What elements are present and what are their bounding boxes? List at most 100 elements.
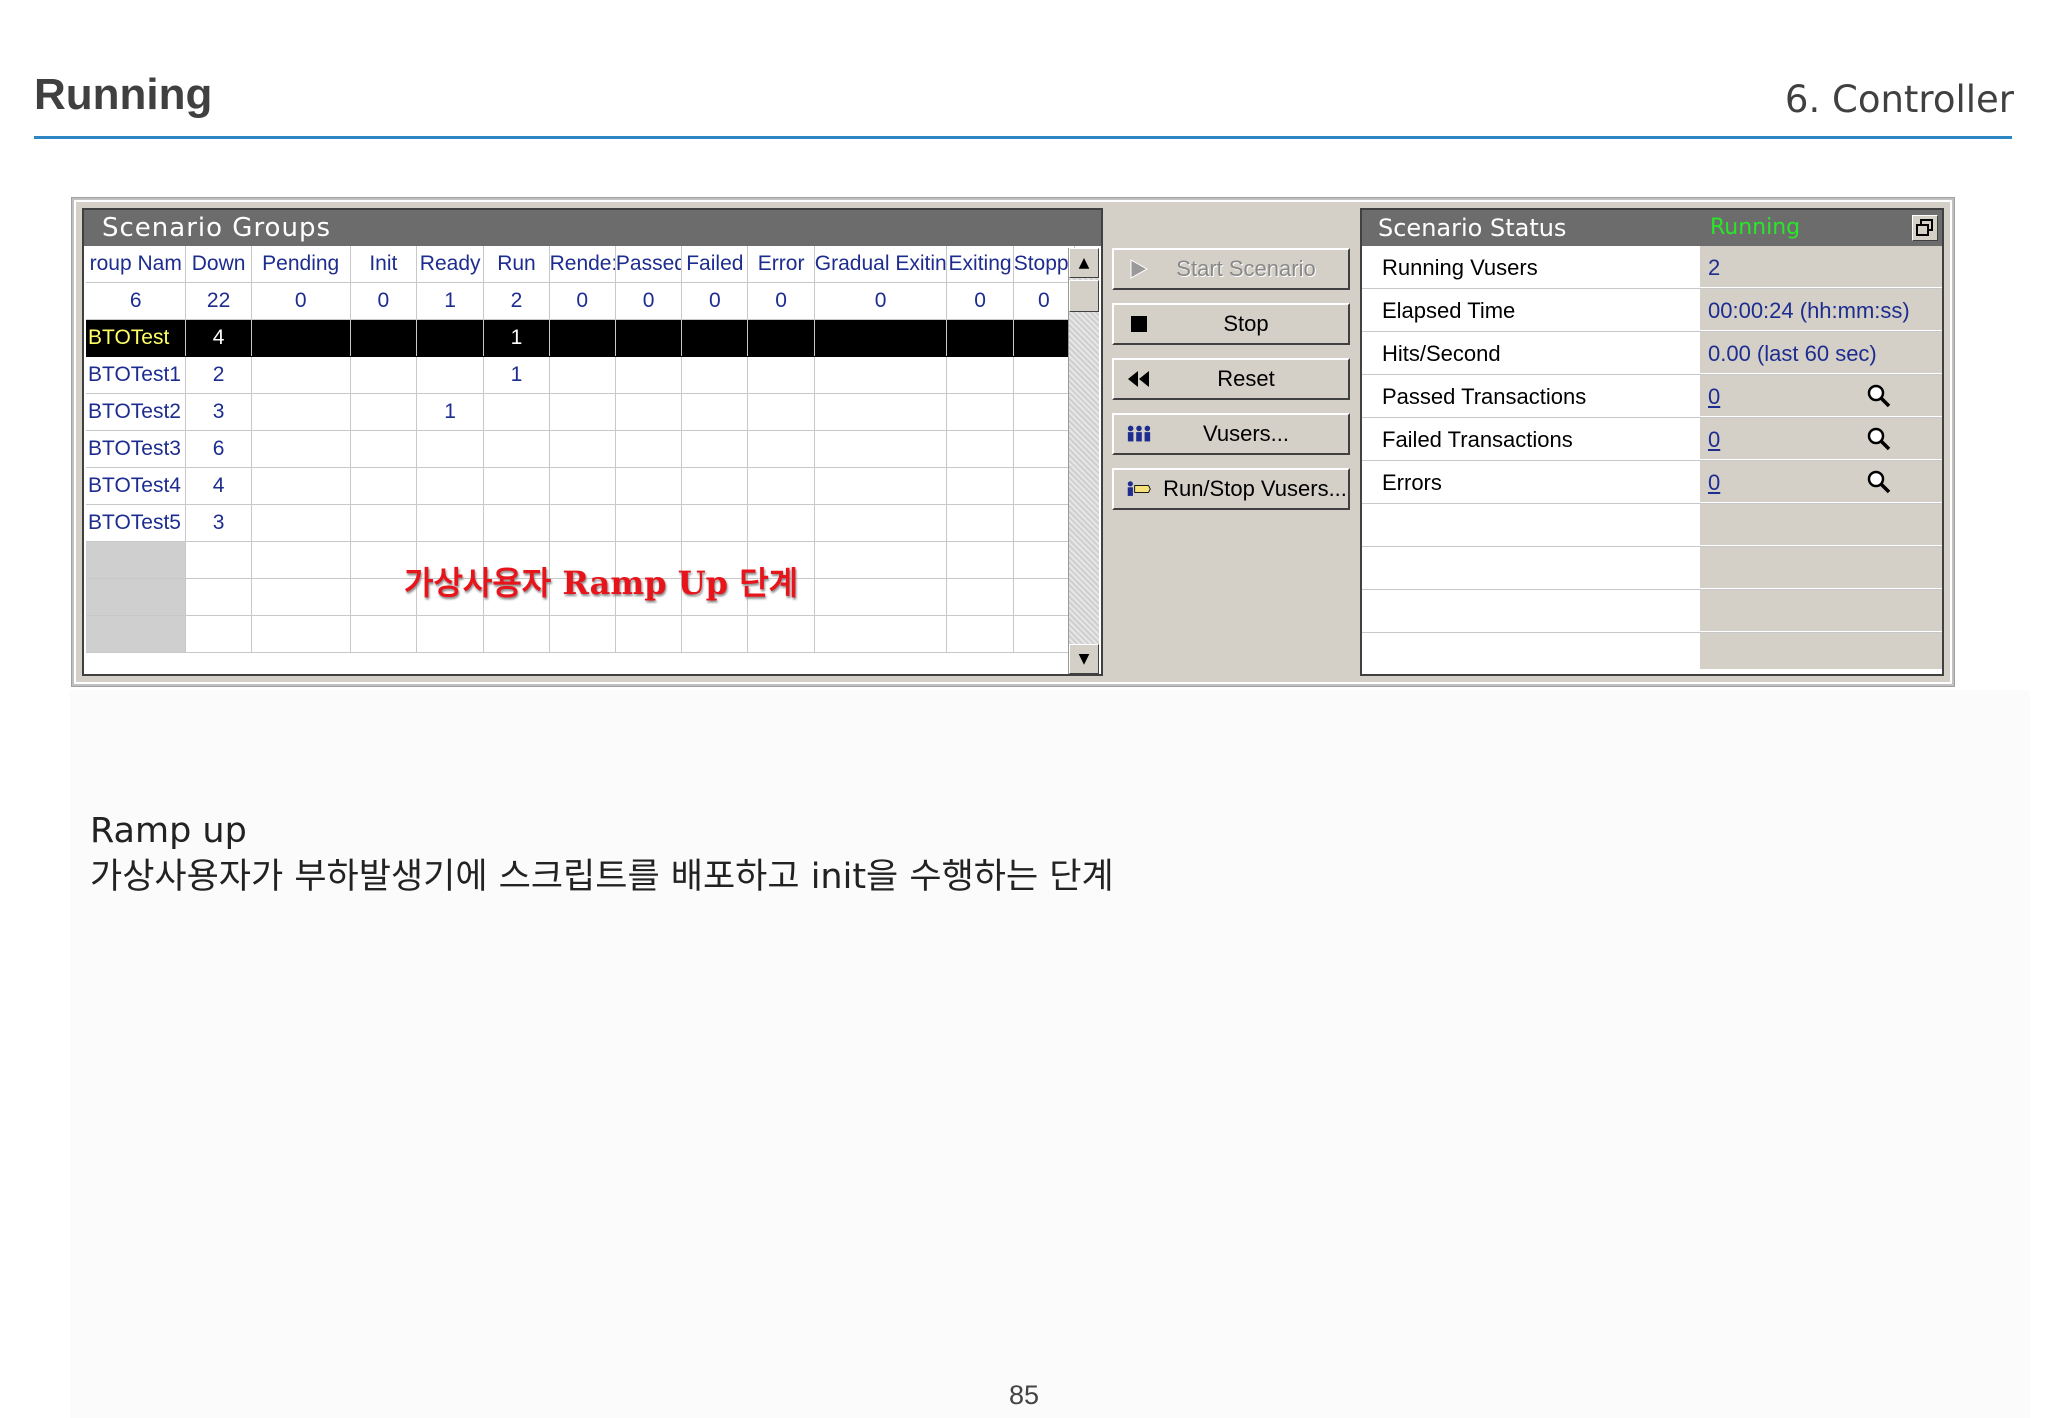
run-cell [483, 504, 550, 542]
run-cell: 1 [483, 356, 550, 394]
total-cell: 0 [251, 282, 351, 320]
stop-icon [1126, 313, 1152, 335]
table-row[interactable]: BTOTest5 3 [86, 504, 1076, 542]
errors-link[interactable]: 0 [1708, 470, 1720, 496]
status-row-running-vusers: Running Vusers 2 [1362, 246, 1942, 289]
caption-heading: Ramp up [90, 811, 247, 851]
group-name-cell[interactable]: BTOTest5 [86, 504, 187, 542]
down-cell: 4 [185, 319, 252, 357]
scenario-status-pane: Scenario Status Running Running Vusers 2… [1360, 208, 1944, 676]
column-header[interactable]: Run [483, 246, 550, 283]
status-value: 00:00:24 (hh:mm:ss) [1708, 298, 1910, 323]
ramp-up-annotation: 가상사용자 Ramp Up 단계 [404, 564, 799, 602]
scenario-control-buttons: Start Scenario Stop Reset Vusers... Run/… [1112, 248, 1350, 523]
column-header[interactable]: Ready [416, 246, 485, 283]
scenario-groups-title: Scenario Groups [84, 210, 1101, 246]
scenario-groups-pane: Scenario Groups roup Nam Down Pending In… [82, 208, 1103, 676]
slide-background [70, 690, 2030, 1418]
empty-row [86, 615, 1076, 653]
table-totals-row: 6 22 0 0 1 2 0 0 0 0 0 0 0 [86, 282, 1076, 320]
play-icon [1126, 258, 1152, 280]
down-cell: 2 [185, 356, 252, 394]
column-header[interactable]: Rende: [549, 246, 616, 283]
scroll-thumb[interactable] [1069, 280, 1099, 312]
failed-transactions-link[interactable]: 0 [1708, 427, 1720, 453]
total-cell: 0 [549, 282, 616, 320]
total-cell: 0 [350, 282, 417, 320]
status-label: Failed Transactions [1382, 427, 1573, 452]
status-value: 0.00 (last 60 sec) [1708, 341, 1877, 366]
column-header[interactable]: roup Nam [86, 246, 187, 283]
restore-window-icon[interactable] [1912, 215, 1938, 241]
table-row[interactable]: BTOTest 4 1 [86, 319, 1076, 357]
run-stop-user-icon [1126, 478, 1152, 500]
status-label: Hits/Second [1382, 341, 1501, 366]
group-name-cell[interactable]: BTOTest2 [86, 393, 187, 431]
magnifier-icon[interactable] [1866, 426, 1892, 458]
status-row-empty [1362, 590, 1942, 633]
column-header[interactable]: Exiting [946, 246, 1014, 283]
total-cell: 2 [483, 282, 550, 320]
table-row[interactable]: BTOTest1 2 1 [86, 356, 1076, 394]
stop-button[interactable]: Stop [1112, 303, 1350, 345]
status-label: Elapsed Time [1382, 298, 1516, 323]
column-header[interactable]: Stopped [1013, 246, 1076, 283]
start-scenario-button[interactable]: Start Scenario [1112, 248, 1350, 290]
run-cell [483, 430, 550, 468]
status-row-passed-transactions: Passed Transactions 0 [1362, 375, 1942, 418]
status-label: Errors [1382, 470, 1442, 495]
group-name-cell[interactable]: BTOTest1 [86, 356, 187, 394]
run-cell [483, 467, 550, 505]
column-header[interactable]: Passed [615, 246, 683, 283]
total-cell: 0 [615, 282, 683, 320]
run-cell: 1 [483, 319, 550, 357]
table-row[interactable]: BTOTest3 6 [86, 430, 1076, 468]
total-cell: 0 [814, 282, 948, 320]
caption-description: 가상사용자가 부하발생기에 스크립트를 배포하고 init을 수행하는 단계 [90, 857, 1114, 897]
status-row-errors: Errors 0 [1362, 461, 1942, 504]
scenario-status-title: Scenario Status [1378, 214, 1567, 242]
groups-scrollbar[interactable]: ▲ ▼ [1068, 248, 1099, 674]
title-divider [34, 136, 2012, 139]
scroll-down-icon[interactable]: ▼ [1069, 644, 1099, 674]
ready-cell [416, 504, 485, 542]
ready-cell: 1 [416, 393, 485, 431]
table-row[interactable]: BTOTest4 4 [86, 467, 1076, 505]
down-cell: 3 [185, 393, 252, 431]
magnifier-icon[interactable] [1866, 469, 1892, 501]
column-header[interactable]: Down [185, 246, 252, 283]
column-header[interactable]: Error [747, 246, 815, 283]
scenario-state-badge: Running [1710, 215, 1801, 240]
column-header[interactable]: Pending [251, 246, 351, 283]
vusers-group-icon [1126, 423, 1152, 445]
scroll-up-icon[interactable]: ▲ [1069, 248, 1099, 278]
column-header[interactable]: Failed [681, 246, 749, 283]
total-cell: 22 [185, 282, 252, 320]
status-row-empty [1362, 547, 1942, 590]
column-header[interactable]: Gradual Exiting [814, 246, 948, 283]
passed-transactions-link[interactable]: 0 [1708, 384, 1720, 410]
total-cell: 1 [416, 282, 485, 320]
group-name-cell[interactable]: BTOTest [86, 319, 187, 357]
down-cell: 6 [185, 430, 252, 468]
group-name-cell[interactable]: BTOTest3 [86, 430, 187, 468]
slide-title: Running [34, 70, 213, 119]
total-cell: 0 [946, 282, 1014, 320]
table-row[interactable]: BTOTest2 3 1 [86, 393, 1076, 431]
table-header-row: roup Nam Down Pending Init Ready Run Ren… [86, 246, 1076, 283]
group-name-cell[interactable]: BTOTest4 [86, 467, 187, 505]
column-header[interactable]: Init [350, 246, 417, 283]
vusers-button[interactable]: Vusers... [1112, 413, 1350, 455]
status-row-elapsed-time: Elapsed Time 00:00:24 (hh:mm:ss) [1362, 289, 1942, 332]
scenario-status-header: Scenario Status Running [1362, 210, 1942, 246]
down-cell: 4 [185, 467, 252, 505]
status-row-empty [1362, 633, 1942, 669]
total-cell: 0 [681, 282, 749, 320]
controller-screenshot: Scenario Groups roup Nam Down Pending In… [72, 198, 1954, 686]
total-cell: 0 [747, 282, 815, 320]
reset-button[interactable]: Reset [1112, 358, 1350, 400]
magnifier-icon[interactable] [1866, 383, 1892, 415]
down-cell: 3 [185, 504, 252, 542]
ready-cell [416, 319, 485, 357]
run-stop-vusers-button[interactable]: Run/Stop Vusers... [1112, 468, 1350, 510]
